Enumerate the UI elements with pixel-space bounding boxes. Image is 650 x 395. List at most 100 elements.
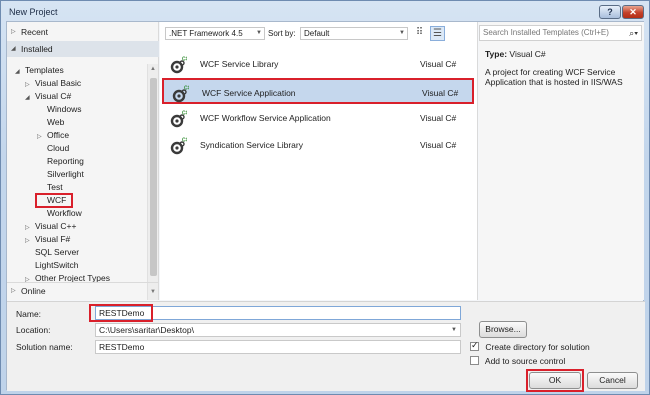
search-placeholder: Search Installed Templates (Ctrl+E) [483,28,609,37]
framework-dropdown[interactable]: .NET Framework 4.5 ▼ [165,27,265,40]
location-combo[interactable]: C:\Users\saritar\Desktop\ ▼ [95,323,461,337]
wcf-service-icon: C# [171,85,191,103]
help-button[interactable]: ? [599,5,621,19]
tree-item-label: Visual Basic [35,78,82,88]
templates-pane: .NET Framework 4.5 ▼ Sort by: Default ▼ … [160,22,478,300]
list-icon: ☰ [433,28,442,39]
template-description: A project for creating WCF Service Appli… [485,67,623,87]
cancel-button[interactable]: Cancel [587,372,638,389]
tree-item-reporting[interactable]: Reporting [37,155,84,168]
grid-icon: ⠿ [415,27,424,38]
wcf-service-icon: C# [169,137,189,155]
type-info: Type: Visual C# [485,49,546,59]
tree-item-visual-c-[interactable]: ◢ Visual C# [25,90,71,103]
ok-highlight [526,369,584,392]
tree-item-visual-f-[interactable]: ▷ Visual F# [25,233,70,246]
wcf-service-icon: C# [169,56,189,74]
template-language: Visual C# [420,113,457,123]
chevron-down-icon: ▼ [451,327,457,333]
tree-item-windows[interactable]: Windows [37,103,81,116]
title-bar: New Project ? ✕ [1,1,649,23]
tree-item-silverlight[interactable]: Silverlight [37,168,84,181]
browse-button[interactable]: Browse... [479,321,527,338]
scroll-up-icon[interactable]: ▲ [150,66,156,72]
tree-item-label: Visual C++ [35,221,77,231]
solution-name-label: Solution name: [16,342,73,352]
template-name: WCF Service Application [202,88,296,98]
expand-arrow-icon[interactable]: ◢ [25,92,35,105]
expand-arrow-icon[interactable]: ◢ [15,66,25,79]
name-highlight [89,304,153,322]
chevron-down-icon: ▼ [399,30,405,36]
tree-item-label: LightSwitch [35,260,79,270]
installed-section[interactable]: ◢ Installed [7,41,159,57]
tree-item-label: Visual F# [35,234,71,244]
checkbox-checked-icon[interactable] [470,340,479,351]
tree-item-label: Reporting [47,156,84,166]
tree-item-office[interactable]: ▷ Office [37,129,69,142]
wcf-highlight [35,193,73,208]
sort-dropdown[interactable]: Default ▼ [300,27,408,40]
template-item[interactable]: C# Syndication Service Library Visual C# [162,132,474,158]
expand-arrow-icon: ▷ [11,29,16,35]
close-button[interactable]: ✕ [622,5,644,19]
tree-scrollbar[interactable]: ▲ ▼ [147,64,158,300]
expand-arrow-icon: ▷ [11,288,16,294]
small-icons-view-button[interactable]: ⠿ [412,26,427,41]
template-language: Visual C# [420,59,457,69]
tree-item-label: Visual C# [35,91,72,101]
tree-item-label: Office [47,130,70,140]
tree-item-lightswitch[interactable]: LightSwitch [25,259,78,272]
left-pane: ▷ Recent ◢ Installed ◢ Templates ▷ Visual B… [7,22,159,300]
tree-item-label: Templates [25,65,64,75]
recent-label: Recent [21,27,48,37]
tree-item-label: Windows [47,104,82,114]
tree-item-sql-server[interactable]: SQL Server [25,246,79,259]
template-name: Syndication Service Library [200,140,303,150]
tree-item-templates[interactable]: ◢ Templates [15,64,64,77]
tree-item-label: SQL Server [35,247,80,257]
tree-item-workflow[interactable]: Workflow [37,207,82,220]
online-section[interactable]: ▷ Online [7,282,159,298]
tree-item-visual-c-[interactable]: ▷ Visual C++ [25,220,76,233]
tree-item-web[interactable]: Web [37,116,64,129]
installed-label: Installed [21,44,53,54]
tree-item-label: Silverlight [47,169,84,179]
template-item[interactable]: C# WCF Service Library Visual C# [162,51,474,77]
template-name: WCF Service Library [200,59,279,69]
location-value: C:\Users\saritar\Desktop\ [99,325,194,335]
framework-value: .NET Framework 4.5 [169,29,243,38]
recent-section[interactable]: ▷ Recent [7,24,159,40]
templates-toolbar: .NET Framework 4.5 ▼ Sort by: Default ▼ … [160,22,478,46]
tree-item-label: Cloud [47,143,70,153]
tree-item-cloud[interactable]: Cloud [37,142,69,155]
template-item[interactable]: C# WCF Workflow Service Application Visual… [162,105,474,131]
svg-text:C#: C# [182,57,187,63]
list-view-button[interactable]: ☰ [430,26,445,41]
create-directory-checkbox[interactable]: Create directory for solution [470,340,590,352]
template-item[interactable]: C# WCF Service Application Visual C# [162,78,474,104]
add-source-control-checkbox[interactable]: Add to source control [470,356,565,366]
window-title: New Project [9,7,58,17]
template-language: Visual C# [420,140,457,150]
search-templates-input[interactable]: Search Installed Templates (Ctrl+E) ⌕▾ [479,25,642,41]
scroll-thumb[interactable] [150,78,157,276]
sort-value: Default [304,29,330,38]
name-label: Name: [16,309,42,319]
add-source-control-label: Add to source control [484,356,566,366]
search-icon[interactable]: ⌕▾ [629,26,638,40]
type-label: Type: [485,49,508,59]
tree-item-visual-basic[interactable]: ▷ Visual Basic [25,77,81,90]
type-value: Visual C# [509,49,546,59]
collapse-arrow-icon: ◢ [11,46,16,52]
checkbox-icon[interactable] [470,356,479,365]
template-language: Visual C# [422,88,459,98]
project-form: Name: RESTDemo Location: C:\Users\sarita… [7,301,645,392]
chevron-down-icon: ▼ [256,30,262,36]
solution-name-input[interactable]: RESTDemo [95,340,461,354]
details-pane: Search Installed Templates (Ctrl+E) ⌕▾ T… [479,22,644,300]
new-project-window: New Project ? ✕ ▷ Recent ◢ Installed ◢ Te… [0,0,650,395]
svg-text:C#: C# [182,111,187,117]
template-tree: ◢ Templates ▷ Visual Basic ◢ Visual C# Windows… [7,64,147,298]
tree-item-label: Web [47,117,65,127]
